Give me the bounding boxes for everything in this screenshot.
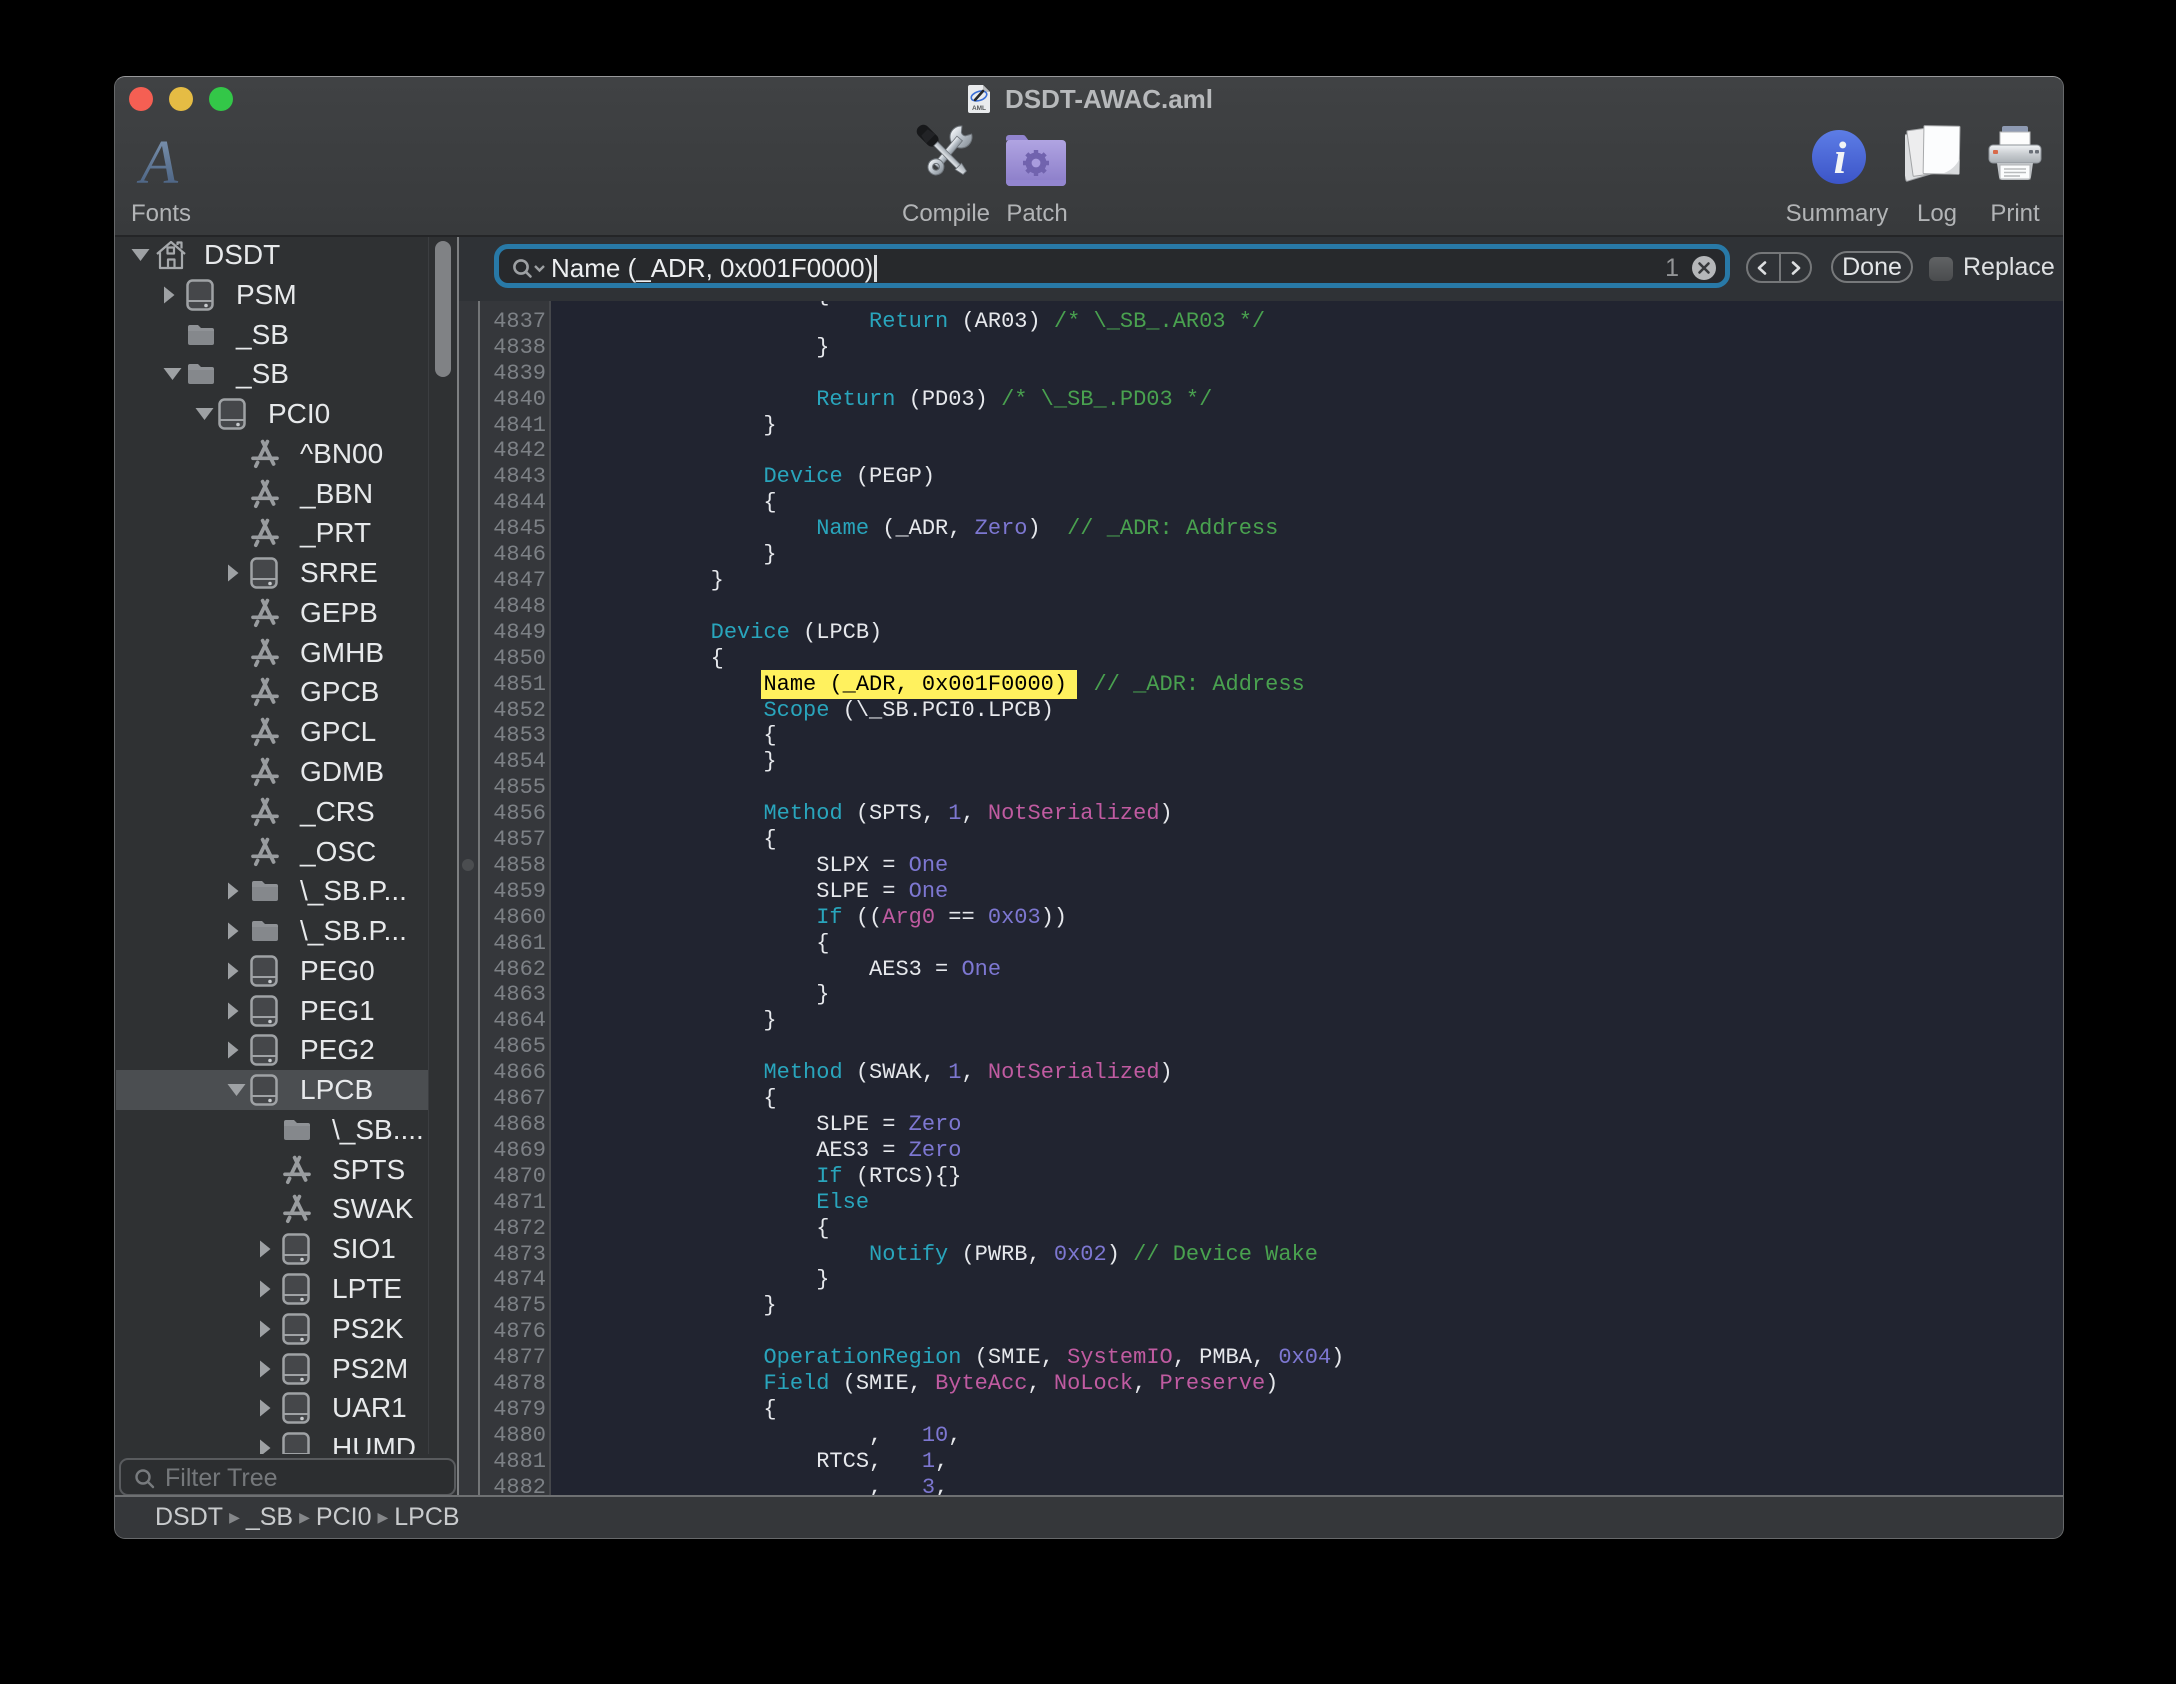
svg-text:AML: AML <box>972 105 986 112</box>
svg-text:i: i <box>1834 132 1847 183</box>
svg-text:A: A <box>136 129 179 197</box>
